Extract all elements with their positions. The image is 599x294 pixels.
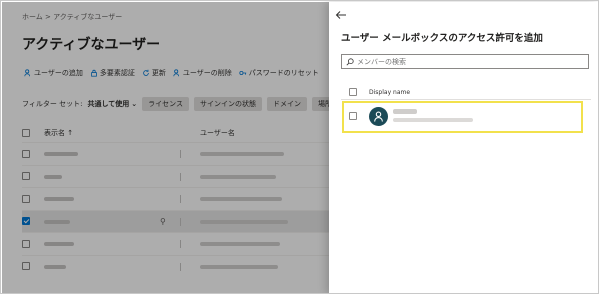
header-divider bbox=[341, 99, 591, 100]
back-arrow-icon[interactable] bbox=[335, 10, 347, 20]
member-checkbox[interactable] bbox=[349, 112, 357, 120]
panel-title: ユーザー メールボックスのアクセス許可を追加 bbox=[341, 33, 543, 44]
member-list-header: Display name bbox=[341, 86, 591, 98]
select-all-members-checkbox[interactable] bbox=[349, 88, 357, 96]
redacted-member-name bbox=[393, 109, 417, 114]
modal-overlay[interactable] bbox=[2, 2, 329, 293]
person-icon bbox=[374, 111, 383, 122]
member-row-highlighted[interactable] bbox=[342, 101, 583, 133]
column-display-name[interactable]: Display name bbox=[369, 89, 410, 96]
avatar bbox=[369, 107, 388, 126]
member-search-input[interactable] bbox=[357, 57, 577, 66]
search-icon bbox=[346, 57, 354, 65]
add-mailbox-permission-panel: ユーザー メールボックスのアクセス許可を追加 Display name bbox=[329, 2, 598, 293]
screenshot-frame: ホーム > アクティブなユーザー アクティブなユーザー ユーザーの追加 多要素認… bbox=[0, 0, 599, 294]
member-search-box[interactable] bbox=[341, 54, 589, 69]
redacted-member-email bbox=[393, 118, 473, 122]
